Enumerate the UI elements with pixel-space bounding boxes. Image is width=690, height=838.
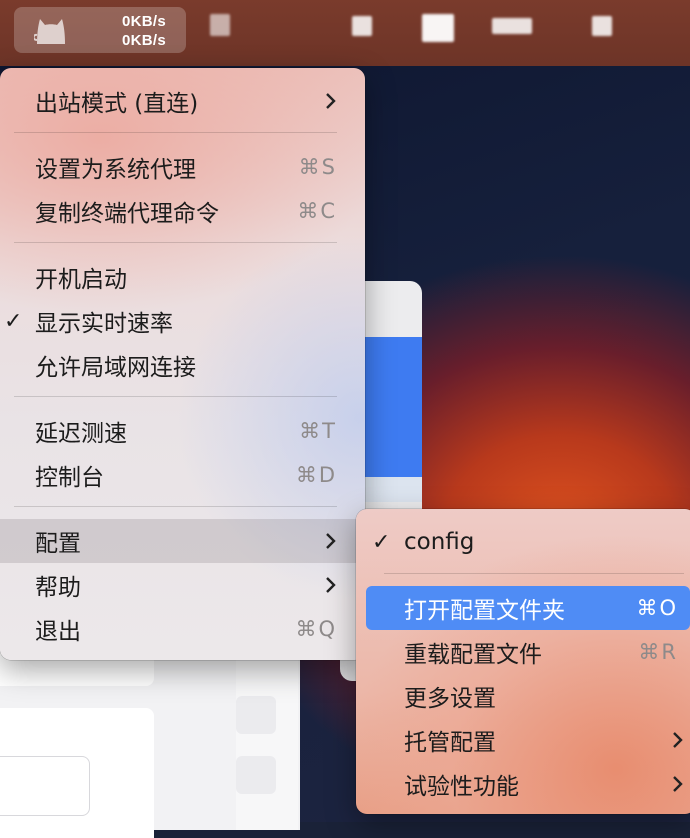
background-window-accent-panel — [360, 337, 422, 477]
menu-item-help[interactable]: 帮助 — [0, 563, 365, 607]
background-window-bar — [360, 477, 422, 502]
menu-item-outbound-mode[interactable]: 出站模式 (直连) — [0, 79, 365, 123]
menu-item-label: 延迟测速 — [35, 421, 127, 447]
background-button — [236, 756, 276, 794]
download-speed: 0KB/s — [121, 32, 166, 49]
menu-separator — [14, 396, 337, 397]
menu-item-label: 配置 — [35, 531, 81, 557]
chevron-right-icon — [673, 732, 683, 748]
menubar-icon-blurred[interactable] — [210, 14, 230, 36]
menubar-icon-blurred[interactable] — [492, 18, 532, 34]
menu-item-copy-terminal-command[interactable]: 复制终端代理命令 ⌘C — [0, 189, 365, 233]
checkmark-icon: ✓ — [4, 308, 23, 334]
background-button — [236, 696, 276, 734]
menu-item-label: 出站模式 (直连) — [35, 91, 199, 117]
menu-item-quit[interactable]: 退出 ⌘Q — [0, 607, 365, 651]
menu-item-label: 帮助 — [35, 575, 81, 601]
menu-item-shortcut: ⌘C — [297, 199, 337, 223]
submenu-item-config-profile[interactable]: ✓ config — [356, 520, 690, 564]
menu-item-label: 复制终端代理命令 — [35, 201, 219, 227]
menu-item-label: 开机启动 — [35, 267, 127, 293]
submenu-item-experimental[interactable]: 试验性功能 — [356, 762, 690, 806]
clashx-main-menu: 出站模式 (直连) 设置为系统代理 ⌘S 复制终端代理命令 ⌘C 开机启动 ✓ … — [0, 68, 365, 660]
menu-item-label: 托管配置 — [404, 730, 496, 756]
menu-item-config[interactable]: 配置 — [0, 519, 365, 563]
menu-item-label: 显示实时速率 — [35, 311, 173, 337]
menu-item-shortcut: ⌘S — [298, 155, 337, 179]
menubar-icon-blurred[interactable] — [592, 16, 612, 36]
clashx-status-item[interactable]: 0KB/s 0KB/s — [14, 7, 186, 53]
checkmark-icon: ✓ — [372, 529, 391, 555]
menu-item-set-system-proxy[interactable]: 设置为系统代理 ⌘S — [0, 145, 365, 189]
chevron-right-icon — [326, 93, 336, 109]
menu-separator — [14, 242, 337, 243]
chevron-right-icon — [326, 577, 336, 593]
cat-icon — [34, 19, 65, 44]
submenu-item-reload-config[interactable]: 重载配置文件 ⌘R — [356, 630, 690, 674]
upload-speed: 0KB/s — [121, 13, 166, 30]
menu-item-shortcut: ⌘O — [636, 596, 678, 620]
menu-item-label: config — [404, 529, 475, 555]
menu-item-shortcut: ⌘D — [295, 463, 337, 487]
menu-item-label: 设置为系统代理 — [35, 157, 196, 183]
menu-bar: 0KB/s 0KB/s — [0, 0, 690, 66]
menu-item-shortcut: ⌘Q — [295, 617, 337, 641]
chevron-right-icon — [326, 533, 336, 549]
background-input-field — [0, 756, 90, 816]
menu-item-label: 允许局域网连接 — [35, 355, 196, 381]
menu-item-label: 控制台 — [35, 465, 104, 491]
menu-item-label: 重载配置文件 — [404, 642, 542, 668]
menu-item-label: 打开配置文件夹 — [404, 598, 565, 624]
menu-separator — [384, 573, 684, 574]
menu-item-shortcut: ⌘T — [299, 419, 337, 443]
config-submenu: ✓ config 打开配置文件夹 ⌘O 重载配置文件 ⌘R 更多设置 托管配置 … — [356, 509, 690, 814]
menu-separator — [14, 506, 337, 507]
submenu-item-more-settings[interactable]: 更多设置 — [356, 674, 690, 718]
menubar-icon-blurred[interactable] — [352, 16, 372, 36]
menu-separator — [14, 132, 337, 133]
menu-item-launch-at-login[interactable]: 开机启动 — [0, 255, 365, 299]
menu-item-show-speed[interactable]: ✓ 显示实时速率 — [0, 299, 365, 343]
menu-item-latency-test[interactable]: 延迟测速 ⌘T — [0, 409, 365, 453]
menu-item-label: 更多设置 — [404, 686, 496, 712]
submenu-item-managed-config[interactable]: 托管配置 — [356, 718, 690, 762]
menu-item-shortcut: ⌘R — [638, 640, 678, 664]
menubar-icon-blurred[interactable] — [422, 14, 454, 42]
menu-item-label: 退出 — [35, 619, 81, 645]
chevron-right-icon — [673, 776, 683, 792]
menu-item-label: 试验性功能 — [404, 774, 519, 800]
submenu-item-open-config-folder[interactable]: 打开配置文件夹 ⌘O — [356, 586, 690, 630]
menu-item-dashboard[interactable]: 控制台 ⌘D — [0, 453, 365, 497]
menu-item-allow-lan[interactable]: 允许局域网连接 — [0, 343, 365, 387]
